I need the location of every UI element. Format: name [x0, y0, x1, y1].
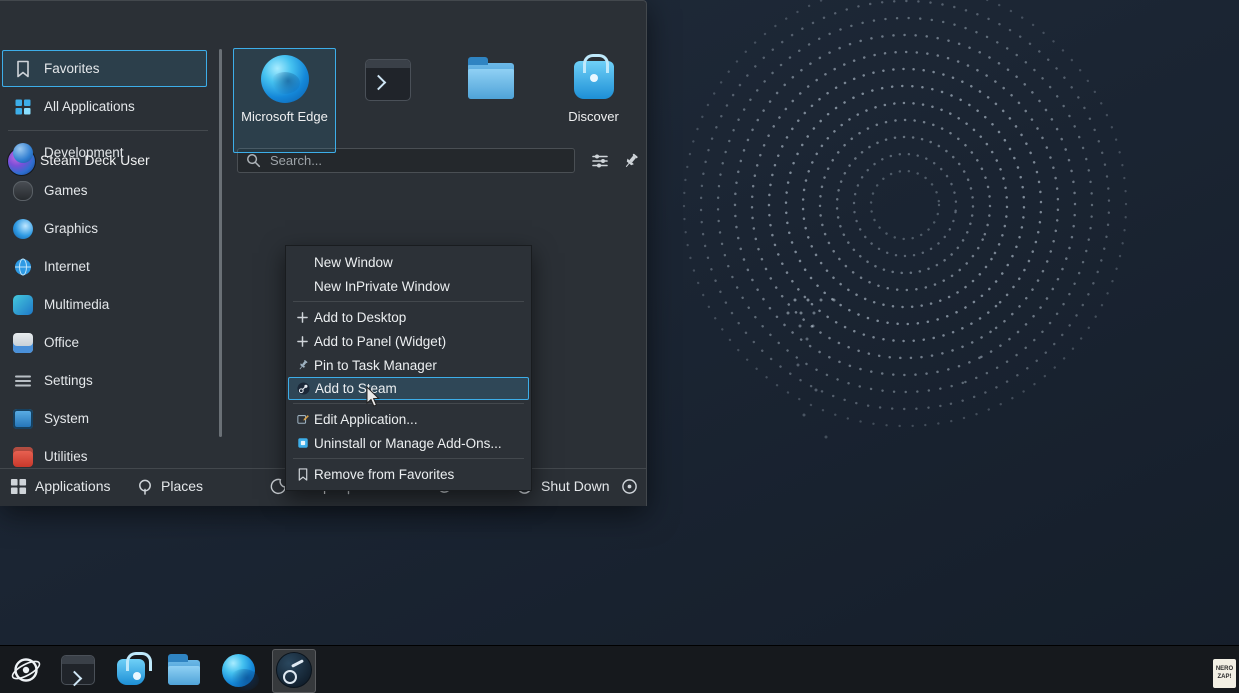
sidebar-item-multimedia[interactable]: Multimedia — [2, 286, 207, 323]
app-launcher-icon[interactable] — [8, 652, 44, 688]
more-session-options-button[interactable] — [621, 471, 638, 501]
menu-item-pin-to-task-manager[interactable]: Pin to Task Manager — [286, 353, 531, 377]
addons-package-icon — [296, 436, 309, 450]
desktop: Steam Deck User — [0, 0, 1239, 693]
tab-places[interactable]: Places — [137, 471, 203, 501]
terminal-icon — [365, 59, 411, 101]
sidebar-item-office[interactable]: Office — [2, 324, 207, 361]
sidebar-item-graphics[interactable]: Graphics — [2, 210, 207, 247]
sidebar-item-internet[interactable]: Internet — [2, 248, 207, 285]
discover-icon[interactable] — [113, 652, 149, 688]
sidebar-item-favorites[interactable]: Favorites — [2, 50, 207, 87]
sidebar-item-games[interactable]: Games — [2, 172, 207, 209]
development-icon — [13, 143, 33, 163]
office-icon — [13, 333, 33, 353]
menu-separator — [293, 458, 524, 459]
terminal-icon[interactable] — [60, 652, 96, 688]
system-monitor-icon — [13, 409, 33, 429]
discover-icon — [574, 61, 614, 99]
edge-browser-icon[interactable] — [220, 652, 256, 688]
pin-icon — [296, 358, 309, 372]
grid-app-discover[interactable]: Discover — [542, 48, 645, 153]
blank-icon — [296, 255, 309, 269]
steam-icon[interactable] — [276, 652, 312, 688]
settings-sliders-icon — [13, 371, 33, 391]
pin-window-icon[interactable] — [621, 151, 641, 171]
menu-item-add-to-desktop[interactable]: Add to Desktop — [286, 305, 531, 329]
wallpaper-dot-pattern — [680, 0, 1220, 505]
taskbar: NERO ZAP! — [0, 645, 1239, 693]
context-menu: New Window New InPrivate Window Add to D… — [285, 245, 532, 491]
utilities-toolbox-icon — [13, 447, 33, 467]
bookmark-icon — [296, 467, 309, 481]
tab-applications[interactable]: Applications — [10, 471, 111, 501]
search-icon — [246, 153, 261, 168]
steam-icon — [297, 382, 310, 396]
internet-globe-icon — [13, 257, 33, 277]
multimedia-icon — [13, 295, 33, 315]
menu-item-uninstall-addons[interactable]: Uninstall or Manage Add-Ons... — [286, 431, 531, 455]
games-gamepad-icon — [13, 181, 33, 201]
menu-item-add-to-panel[interactable]: Add to Panel (Widget) — [286, 329, 531, 353]
sidebar-item-utilities[interactable]: Utilities — [2, 438, 207, 475]
graphics-icon — [13, 219, 33, 239]
menu-item-edit-application[interactable]: Edit Application... — [286, 407, 531, 431]
sidebar-scrollbar[interactable] — [219, 49, 222, 437]
menu-separator — [293, 301, 524, 302]
grid-app-microsoft-edge[interactable]: Microsoft Edge — [233, 48, 336, 153]
menu-item-new-inprivate-window[interactable]: New InPrivate Window — [286, 274, 531, 298]
blank-icon — [296, 279, 309, 293]
favorites-bookmark-icon — [13, 59, 33, 79]
sidebar-item-system[interactable]: System — [2, 400, 207, 437]
folder-icon — [468, 63, 514, 99]
grid-app-file-manager[interactable] — [439, 48, 542, 153]
menu-separator — [293, 403, 524, 404]
plus-icon — [296, 334, 309, 348]
all-applications-grid-icon — [13, 97, 33, 117]
menu-item-remove-from-favorites[interactable]: Remove from Favorites — [286, 462, 531, 486]
edge-icon — [261, 55, 309, 103]
sidebar-separator — [8, 130, 208, 131]
applications-grid-icon — [10, 478, 27, 495]
edit-pencil-icon — [296, 412, 309, 426]
menu-item-new-window[interactable]: New Window — [286, 250, 531, 274]
menu-item-add-to-steam[interactable]: Add to Steam — [288, 377, 529, 400]
sidebar-item-development[interactable]: Development — [2, 134, 207, 171]
configure-filter-icon[interactable] — [590, 151, 610, 171]
sidebar-item-settings[interactable]: Settings — [2, 362, 207, 399]
sidebar-item-all-applications[interactable]: All Applications — [2, 88, 207, 125]
places-pin-icon — [137, 478, 153, 495]
tray-badge[interactable]: NERO ZAP! — [1213, 659, 1236, 688]
session-circle-icon — [621, 478, 638, 495]
grid-app-konsole[interactable] — [336, 48, 439, 153]
file-manager-icon[interactable] — [166, 652, 202, 688]
mouse-cursor — [366, 386, 382, 408]
plus-icon — [296, 310, 309, 324]
search-input[interactable] — [268, 152, 566, 169]
